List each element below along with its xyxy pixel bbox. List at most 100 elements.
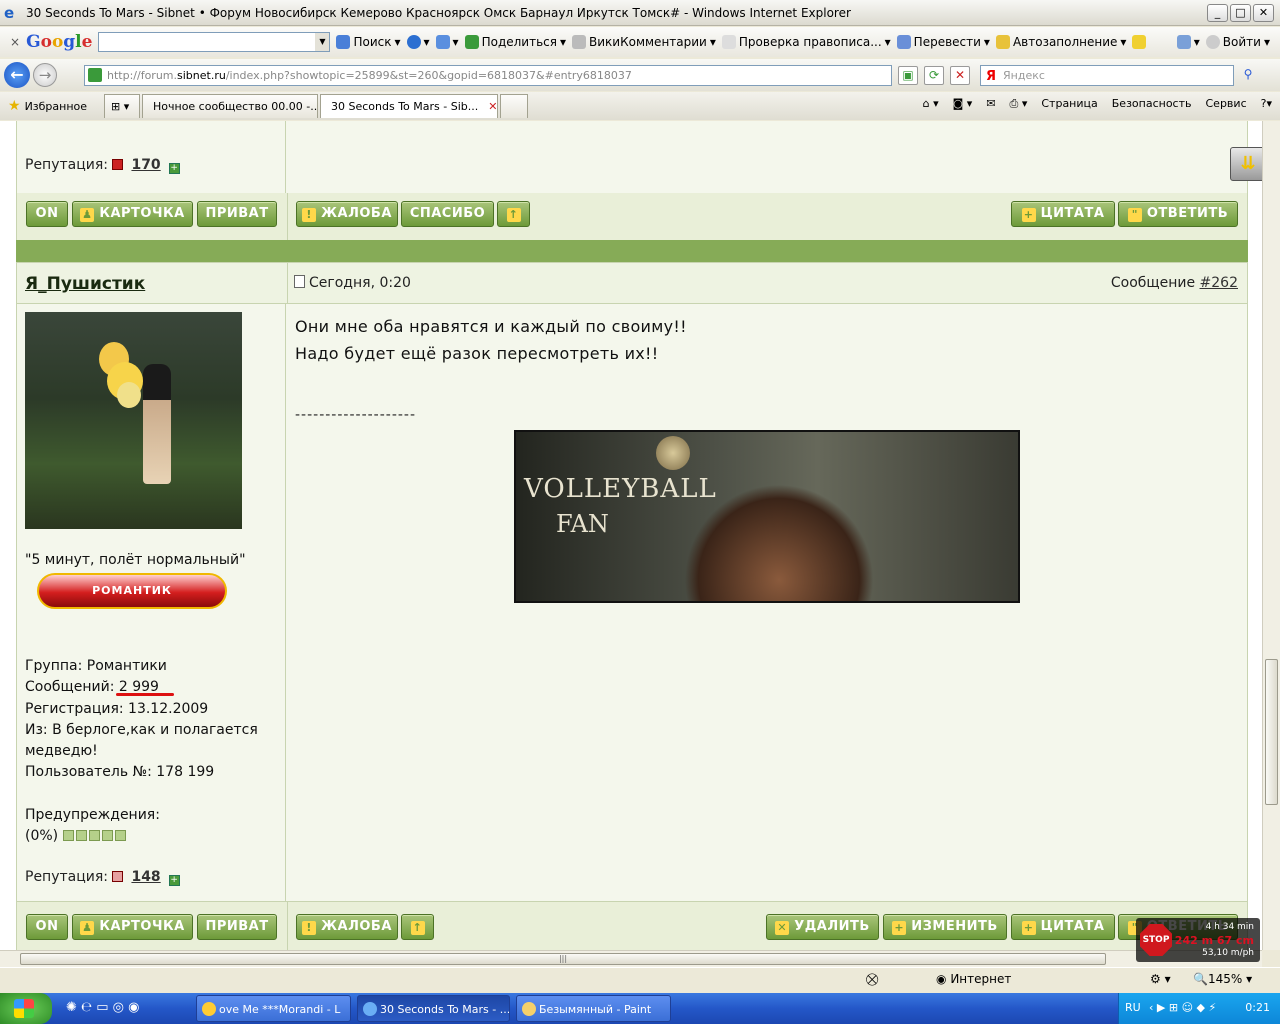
google-search-input[interactable] — [98, 32, 331, 52]
private-button[interactable]: ПРИВАТ — [197, 914, 277, 940]
complaint-button[interactable]: ! ЖАЛОБА — [296, 914, 398, 940]
quote-button[interactable]: + ЦИТАТА — [1011, 914, 1115, 940]
internet-zone: ◉ Интернет — [936, 972, 1012, 986]
prev-rep-value[interactable]: 170 — [131, 157, 160, 173]
on-button[interactable]: ON — [26, 914, 68, 940]
post-separator — [16, 240, 1248, 262]
signature-separator: -------------------- — [295, 407, 417, 423]
card-button[interactable]: ♟ КАРТОЧКА — [72, 201, 193, 227]
back-button[interactable]: ← — [4, 62, 30, 88]
search-icon[interactable]: ⚲ — [1238, 66, 1258, 85]
ie-window: e 30 Seconds To Mars - Sibnet • Форум Но… — [0, 0, 1280, 1024]
wiki-comments-button[interactable]: ВикиКомментарии ▾ — [572, 35, 716, 49]
post-number: Сообщение #262 — [1110, 275, 1238, 291]
new-tab-button[interactable] — [500, 94, 528, 118]
card-button[interactable]: ♟ КАРТОЧКА — [72, 914, 193, 940]
private-button[interactable]: ПРИВАТ — [197, 201, 277, 227]
wrench-icon[interactable]: ▾ — [1176, 35, 1200, 49]
tab-night-community[interactable]: Ночное сообщество 00.00 -... — [142, 94, 318, 118]
magnifier-icon: 🔍 — [1193, 972, 1208, 986]
author-registration: Регистрация: 13.12.2009 — [25, 701, 209, 717]
rss-icon[interactable]: ◙ ▾ — [953, 97, 973, 111]
horizontal-scroll-thumb[interactable]: ||| — [20, 953, 1106, 965]
home-icon[interactable]: ⌂ ▾ — [923, 97, 939, 111]
google-logo: Google — [26, 32, 93, 52]
yandex-search-input[interactable]: Я Яндекс — [980, 65, 1234, 86]
author-user-number: Пользователь №: 178 199 — [25, 764, 215, 780]
quick-launch-icons[interactable]: ✺ ℮ ▭ ◎ ◉ — [66, 1000, 140, 1015]
close-tab-icon[interactable]: ✕ — [488, 100, 497, 113]
vertical-scroll-thumb[interactable] — [1265, 659, 1278, 805]
plus-icon[interactable]: ▾ — [435, 35, 459, 49]
tab-bar: ★ Избранное ⊞ ▾ Ночное сообщество 00.00 -… — [0, 92, 1280, 120]
rep-minus-icon[interactable] — [112, 159, 124, 170]
stop-sign-icon[interactable]: STOP — [1140, 924, 1172, 956]
post-author-link[interactable]: Я_Пушистик — [25, 274, 145, 294]
service-menu[interactable]: Сервис — [1206, 97, 1247, 111]
vertical-scrollbar[interactable] — [1262, 121, 1280, 950]
minimize-button[interactable]: _ — [1207, 4, 1228, 22]
task-paint[interactable]: Безымянный - Paint — [516, 995, 671, 1022]
taskbar: ✺ ℮ ▭ ◎ ◉ ove Me ***Morandi - L 30 Secon… — [0, 993, 1280, 1024]
close-window-button[interactable]: ✕ — [1253, 4, 1274, 22]
task-ie[interactable]: 30 Seconds To Mars - ... — [357, 995, 510, 1022]
login-button[interactable]: Войти ▾ — [1205, 35, 1270, 49]
refresh-icon[interactable]: ⟳ — [924, 66, 944, 85]
thanks-button[interactable]: СПАСИБО — [401, 201, 494, 227]
site-icon — [88, 68, 102, 82]
security-menu[interactable]: Безопасность — [1112, 97, 1192, 111]
language-indicator[interactable]: RU — [1125, 1001, 1141, 1014]
compat-view-icon[interactable]: ▣ — [898, 66, 918, 85]
google-toolbar: × Google Поиск ▾ ▾ ▾ Поделиться ▾ ВикиКо… — [0, 27, 1280, 57]
post-number-link[interactable]: #262 — [1200, 275, 1238, 291]
google-search-button[interactable]: Поиск ▾ — [336, 35, 401, 49]
page-menu[interactable]: Страница — [1041, 97, 1097, 111]
complaint-button[interactable]: ! ЖАЛОБА — [296, 201, 398, 227]
delete-button[interactable]: ✕ УДАЛИТЬ — [766, 914, 879, 940]
address-bar[interactable]: http://forum.sibnet.ru/index.php?showtop… — [84, 65, 892, 86]
mail-icon[interactable]: ✉ — [986, 97, 995, 111]
help-icon[interactable]: ?▾ — [1261, 97, 1272, 111]
rep-minus-icon[interactable] — [112, 871, 124, 882]
stop-icon[interactable]: ✕ — [950, 66, 970, 85]
star-icon: ★ — [8, 98, 21, 114]
red-underline-mark — [116, 693, 174, 696]
overlay-speed: 53,10 m/ph — [1202, 948, 1254, 958]
protected-mode-icon[interactable]: ⚙ ▾ — [1150, 972, 1171, 986]
edit-button[interactable]: + ИЗМЕНИТЬ — [883, 914, 1007, 940]
rep-plus-icon[interactable]: + — [168, 875, 180, 886]
zoom-level[interactable]: 🔍145% ▾ — [1193, 972, 1252, 986]
task-music[interactable]: ove Me ***Morandi - L — [196, 995, 351, 1022]
up-arrow-button[interactable]: ↑ — [401, 914, 434, 940]
popup-blocker-icon[interactable]: ⛒ — [866, 972, 878, 987]
post-header — [16, 262, 1248, 305]
globe-icon: ◉ — [936, 972, 947, 986]
share-button[interactable]: Поделиться ▾ — [464, 35, 566, 49]
tray-icons[interactable]: ‹ ▶ ⊞ ☺ ◆ ⚡ — [1149, 1001, 1216, 1014]
prev-post-actions: ON ♟ КАРТОЧКА ПРИВАТ ! ЖАЛОБА СПАСИБО ↑ + Ц… — [16, 193, 1248, 240]
favorites-button[interactable]: ★ Избранное — [8, 98, 104, 114]
forward-button[interactable]: → — [33, 63, 57, 87]
close-toolbar-icon[interactable]: × — [10, 35, 20, 49]
rep-value[interactable]: 148 — [131, 869, 160, 885]
quote-button[interactable]: + ЦИТАТА — [1011, 201, 1115, 227]
print-icon[interactable]: ⎙ ▾ — [1010, 97, 1028, 111]
page-viewport: Репутация: 170 + ON ♟ КАРТОЧКА ПРИВАТ ! ЖАЛ… — [0, 121, 1262, 950]
tab-30-seconds[interactable]: 30 Seconds To Mars - Sib... ✕ — [320, 94, 498, 118]
on-button[interactable]: ON — [26, 201, 68, 227]
horizontal-scrollbar[interactable]: ||| — [0, 950, 1262, 967]
quick-tabs-button[interactable]: ⊞ ▾ — [104, 94, 140, 118]
autofill-button[interactable]: Автозаполнение ▾ — [995, 35, 1126, 49]
rep-plus-icon[interactable]: + — [168, 163, 180, 174]
spellcheck-button[interactable]: Проверка правописа... ▾ — [721, 35, 891, 49]
start-button[interactable] — [0, 993, 52, 1024]
reply-button[interactable]: "ОТВЕТИТЬ — [1118, 201, 1238, 227]
up-arrow-button[interactable]: ↑ — [497, 201, 530, 227]
author-from-cont: медведю! — [25, 743, 98, 759]
globe-icon[interactable]: ▾ — [406, 35, 430, 49]
translate-button[interactable]: Перевести ▾ — [896, 35, 990, 49]
maximize-button[interactable]: □ — [1230, 4, 1251, 22]
pencil-icon[interactable] — [1132, 35, 1147, 49]
status-bar: ⛒ ◉ Интернет ⚙ ▾ 🔍145% ▾ — [0, 967, 1280, 991]
scroll-to-bottom-button[interactable]: ⇊ — [1230, 147, 1266, 181]
